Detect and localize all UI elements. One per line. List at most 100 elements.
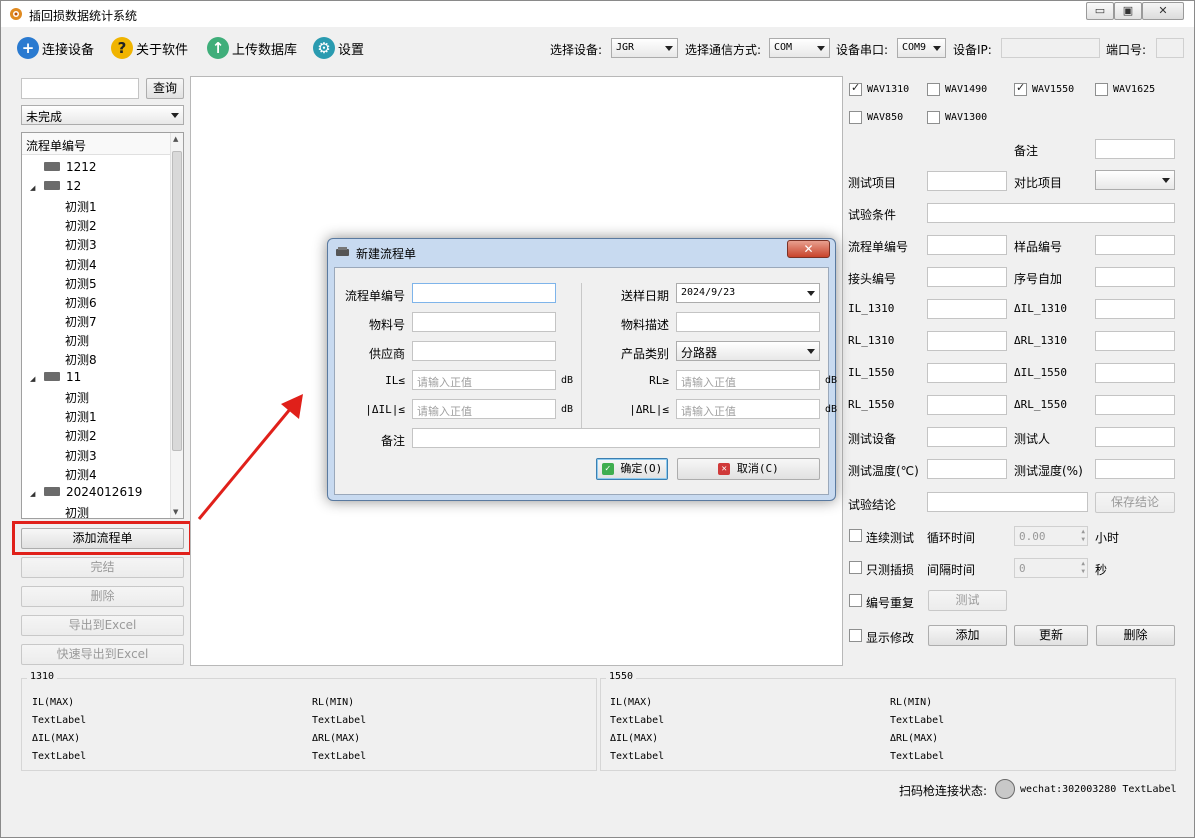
tester-field[interactable] [1095, 427, 1175, 447]
serial-auto-field[interactable] [1095, 267, 1175, 287]
dialog-close-button[interactable]: ✕ [787, 240, 830, 258]
scroll-thumb[interactable] [172, 151, 182, 451]
test-temp-field[interactable] [927, 459, 1007, 479]
il-only-checkbox[interactable] [849, 561, 862, 574]
test-button[interactable]: 测试 [928, 590, 1007, 611]
dialog-rl-field[interactable]: 请输入正值 [676, 370, 820, 390]
tree-scrollbar[interactable]: ▲ ▼ [170, 133, 183, 518]
about-button[interactable]: ? 关于软件 [111, 34, 188, 62]
interval-spinbox[interactable]: 0 ▲ ▼ [1014, 558, 1088, 578]
tree-item[interactable]: 初测4 [65, 256, 97, 273]
spin-arrows-icon[interactable]: ▲ ▼ [1081, 528, 1085, 544]
dialog-ok-button[interactable]: ✓ 确定(O) [596, 458, 668, 480]
restore-button[interactable]: ▣ [1114, 2, 1142, 20]
dialog-drl-field[interactable]: 请输入正值 [676, 399, 820, 419]
search-input[interactable] [21, 78, 139, 99]
tree-item[interactable]: 初测3 [65, 447, 97, 464]
tree-item[interactable]: 初测2 [65, 427, 97, 444]
settings-button[interactable]: ⚙ 设置 [313, 34, 364, 62]
comm-select[interactable]: COM [769, 38, 830, 58]
test-item-field[interactable] [927, 171, 1007, 191]
dialog-dil-field[interactable]: 请输入正值 [412, 399, 556, 419]
tree-item[interactable]: 初测8 [65, 351, 97, 368]
conclusion-field[interactable] [927, 492, 1088, 512]
dialog-cancel-button[interactable]: ✕ 取消(C) [677, 458, 820, 480]
minimize-button[interactable]: ▭ [1086, 2, 1114, 20]
spin-arrows-icon[interactable]: ▲ ▼ [1081, 560, 1085, 576]
expand-arrow-icon[interactable]: ◢ [30, 490, 44, 498]
update-button[interactable]: 更新 [1014, 625, 1088, 646]
drl1310-field[interactable] [1095, 331, 1175, 351]
tree-item[interactable]: 初测2 [65, 217, 97, 234]
repeat-no-checkbox[interactable] [849, 594, 862, 607]
add-button[interactable]: 添加 [928, 625, 1007, 646]
remark-field[interactable] [1095, 139, 1175, 159]
dialog-flow-no-field[interactable] [412, 283, 556, 303]
flow-no-field[interactable] [927, 235, 1007, 255]
wavelength-checkbox[interactable] [1014, 81, 1027, 96]
port-number-field[interactable] [1156, 38, 1184, 58]
tree-item[interactable]: ◢ 2024012619 [30, 485, 142, 499]
device-ip-field[interactable] [1001, 38, 1100, 58]
drl1550-field[interactable] [1095, 395, 1175, 415]
tree-item[interactable]: ◢ 12 [30, 179, 81, 193]
tree-item[interactable]: 初测4 [65, 466, 97, 483]
tree-item[interactable]: 初测 [65, 389, 89, 406]
query-button[interactable]: 查询 [146, 78, 184, 99]
test-humidity-field[interactable] [1095, 459, 1175, 479]
export-excel-button[interactable]: 导出到Excel [21, 615, 184, 636]
tree-item[interactable]: 初测 [65, 504, 89, 518]
dialog-send-date-picker[interactable]: 2024/9/23 [676, 283, 820, 303]
left-delete-button[interactable]: 删除 [21, 586, 184, 607]
condition-field[interactable] [927, 203, 1175, 223]
window-close-button[interactable]: ✕ [1142, 2, 1184, 20]
tree-item[interactable]: 初测1 [65, 198, 97, 215]
tree-item[interactable]: 初测7 [65, 313, 97, 330]
wavelength-checkbox[interactable] [927, 83, 940, 96]
tree-item[interactable]: 初测6 [65, 294, 97, 311]
dialog-remark-field[interactable] [412, 428, 820, 448]
flow-tree[interactable]: 流程单编号 1212 ◢ 12 初测1 初测2 初测3 初测4 初测5 初测6 初测7 初测 初测8 ◢… [21, 132, 184, 519]
il1310-field[interactable] [927, 299, 1007, 319]
dialog-material-desc-field[interactable] [676, 312, 820, 332]
device-select[interactable]: JGR [611, 38, 678, 58]
quick-export-button[interactable]: 快速导出到Excel [21, 644, 184, 665]
tree-item[interactable]: 1212 [30, 160, 97, 174]
il1550-field[interactable] [927, 363, 1007, 383]
cycle-time-spinbox[interactable]: 0.00 ▲ ▼ [1014, 526, 1088, 546]
wavelength-checkbox[interactable] [849, 111, 862, 124]
sample-no-field[interactable] [1095, 235, 1175, 255]
compare-item-select[interactable] [1095, 170, 1175, 190]
right-delete-button[interactable]: 删除 [1096, 625, 1175, 646]
rl1550-field[interactable] [927, 395, 1007, 415]
dil1310-field[interactable] [1095, 299, 1175, 319]
connector-no-field[interactable] [927, 267, 1007, 287]
tree-item[interactable]: ◢ 11 [30, 370, 81, 384]
dialog-il-field[interactable]: 请输入正值 [412, 370, 556, 390]
status-filter-select[interactable]: 未完成 [21, 105, 184, 125]
wavelength-checkbox[interactable] [1095, 83, 1108, 96]
dil1550-field[interactable] [1095, 363, 1175, 383]
scroll-up-icon[interactable]: ▲ [173, 135, 178, 143]
tree-item[interactable]: 初测 [65, 332, 89, 349]
dialog-product-type-select[interactable]: 分路器 [676, 341, 820, 361]
connect-device-button[interactable]: + 连接设备 [17, 34, 94, 62]
tree-item[interactable]: 初测1 [65, 408, 97, 425]
expand-arrow-icon[interactable]: ◢ [30, 375, 44, 383]
show-edit-checkbox[interactable] [849, 629, 862, 642]
upload-db-button[interactable]: ↑ 上传数据库 [207, 34, 297, 62]
dialog-supplier-field[interactable] [412, 341, 556, 361]
tree-item[interactable]: 初测5 [65, 275, 97, 292]
save-conclusion-button[interactable]: 保存结论 [1095, 492, 1175, 513]
scroll-down-icon[interactable]: ▼ [173, 508, 178, 516]
tree-item[interactable]: 初测3 [65, 236, 97, 253]
wavelength-checkbox[interactable] [927, 111, 940, 124]
wavelength-checkbox[interactable] [849, 81, 862, 96]
port-select[interactable]: COM9 [897, 38, 946, 58]
finish-button[interactable]: 完结 [21, 557, 184, 578]
test-device-field[interactable] [927, 427, 1007, 447]
continuous-checkbox[interactable] [849, 529, 862, 542]
dialog-material-no-field[interactable] [412, 312, 556, 332]
rl1310-field[interactable] [927, 331, 1007, 351]
expand-arrow-icon[interactable]: ◢ [30, 184, 44, 192]
